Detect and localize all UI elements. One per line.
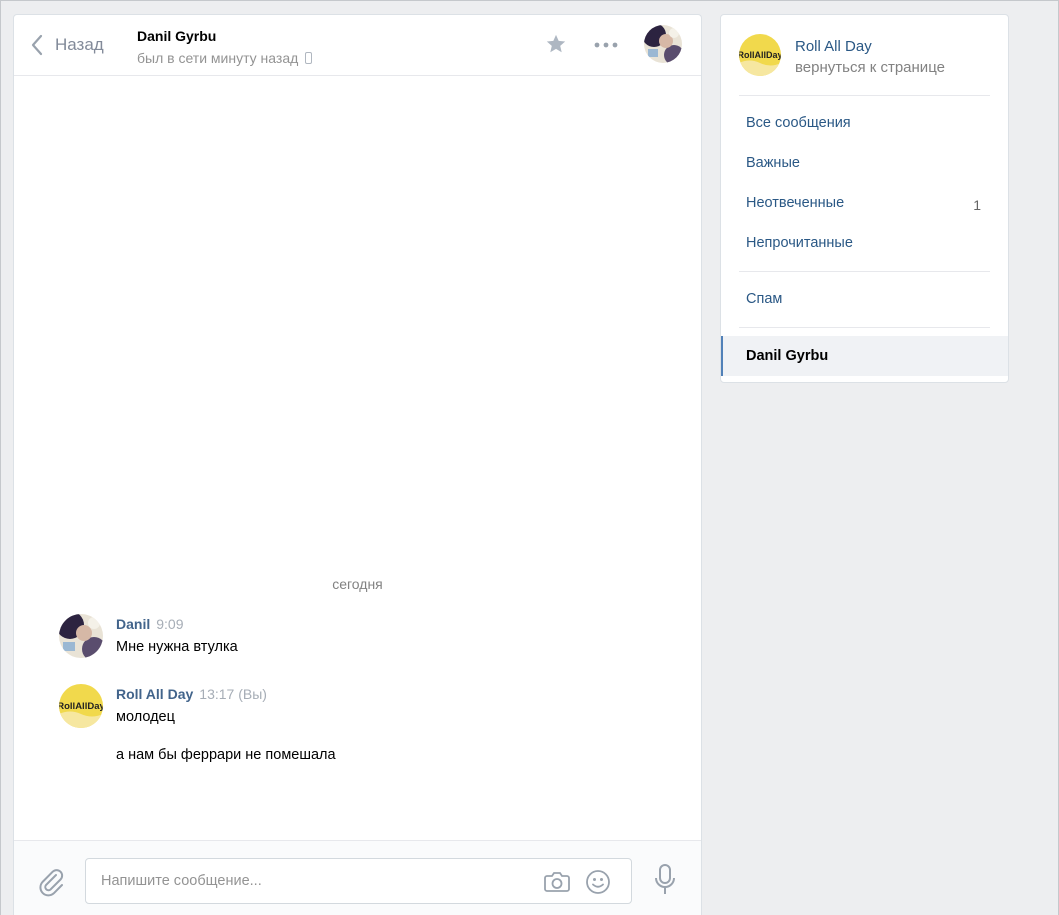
peer-avatar[interactable] bbox=[644, 25, 682, 63]
message-body: Roll All Day 13:17 (Вы) молодец а нам бы … bbox=[116, 686, 676, 764]
avatar-photo bbox=[59, 614, 103, 658]
sidebar-item-unread[interactable]: Непрочитанные bbox=[721, 223, 1008, 263]
messages-sidebar: RollAllDay Roll All Day вернуться к стра… bbox=[720, 14, 1009, 383]
message-text: молодец bbox=[116, 709, 175, 725]
date-separator: сегодня bbox=[332, 576, 383, 592]
peer-status: был в сети минуту назад bbox=[137, 50, 313, 66]
message-author[interactable]: Danil bbox=[116, 616, 150, 632]
sidebar-item-label: Danil Gyrbu bbox=[746, 348, 829, 364]
logo-text: RollAllDay bbox=[59, 701, 103, 712]
group-logo: RollAllDay bbox=[739, 34, 781, 76]
roll-all-day-logo: RollAllDay bbox=[59, 684, 103, 728]
sidebar-item-important[interactable]: Важные bbox=[721, 143, 1008, 183]
more-dots-icon[interactable] bbox=[594, 41, 618, 49]
divider bbox=[739, 271, 990, 272]
avatar-photo bbox=[644, 25, 682, 63]
peer-info: Danil Gyrbu был в сети минуту назад bbox=[137, 28, 313, 66]
chat-header: Назад Danil Gyrbu был в сети минуту наза… bbox=[14, 15, 701, 76]
roll-all-day-logo: RollAllDay bbox=[739, 34, 781, 76]
divider bbox=[739, 327, 990, 328]
back-label: Назад bbox=[55, 35, 104, 54]
window-border-top bbox=[0, 0, 1059, 1]
back-button[interactable]: Назад bbox=[30, 33, 104, 57]
divider bbox=[739, 95, 990, 96]
star-icon[interactable] bbox=[545, 33, 567, 55]
sidebar-item-all-messages[interactable]: Все сообщения bbox=[721, 103, 1008, 143]
author-avatar[interactable] bbox=[59, 614, 103, 658]
sidebar-item-label: Все сообщения bbox=[746, 115, 851, 131]
mobile-phone-icon bbox=[305, 52, 313, 64]
message-meta: Danil 9:09 bbox=[116, 616, 676, 632]
group-header[interactable]: RollAllDay Roll All Day вернуться к стра… bbox=[739, 34, 945, 76]
unanswered-count-badge: 1 bbox=[973, 197, 981, 213]
message-text: а нам бы феррари не помешала bbox=[116, 747, 336, 763]
chevron-left-icon bbox=[31, 34, 43, 56]
peer-name[interactable]: Danil Gyrbu bbox=[137, 28, 312, 44]
message-time[interactable]: 13:17 (Вы) bbox=[199, 686, 267, 702]
sidebar-item-label: Неотвеченные bbox=[746, 195, 845, 211]
camera-icon[interactable] bbox=[543, 870, 571, 894]
message-composer bbox=[14, 840, 701, 915]
smile-icon[interactable] bbox=[585, 869, 611, 895]
return-to-page-link[interactable]: вернуться к странице bbox=[795, 59, 945, 76]
paperclip-icon[interactable] bbox=[36, 867, 66, 897]
sidebar-item-label: Важные bbox=[746, 155, 800, 171]
window-border-left bbox=[0, 0, 1, 915]
logo-text: RollAllDay bbox=[739, 50, 781, 60]
group-info: Roll All Day вернуться к странице bbox=[795, 38, 945, 76]
author-avatar[interactable]: RollAllDay bbox=[59, 684, 103, 728]
message-author[interactable]: Roll All Day bbox=[116, 686, 193, 702]
message-time[interactable]: 9:09 bbox=[156, 616, 183, 632]
sidebar-item-current-dialog[interactable]: Danil Gyrbu bbox=[721, 336, 1008, 376]
sidebar-item-label: Спам bbox=[746, 291, 783, 307]
peer-status-text: был в сети минуту назад bbox=[137, 50, 299, 66]
sidebar-item-label: Непрочитанные bbox=[746, 235, 853, 251]
chat-panel: Назад Danil Gyrbu был в сети минуту наза… bbox=[13, 14, 702, 915]
message-text: Мне нужна втулка bbox=[116, 639, 238, 655]
message-meta: Roll All Day 13:17 (Вы) bbox=[116, 686, 676, 702]
message-body: Danil 9:09 Мне нужна втулка bbox=[116, 616, 676, 656]
group-name[interactable]: Roll All Day bbox=[795, 38, 945, 55]
sidebar-item-unanswered[interactable]: Неотвеченные 1 bbox=[721, 183, 1008, 223]
microphone-icon[interactable] bbox=[653, 863, 677, 897]
sidebar-item-spam[interactable]: Спам bbox=[721, 279, 1008, 319]
